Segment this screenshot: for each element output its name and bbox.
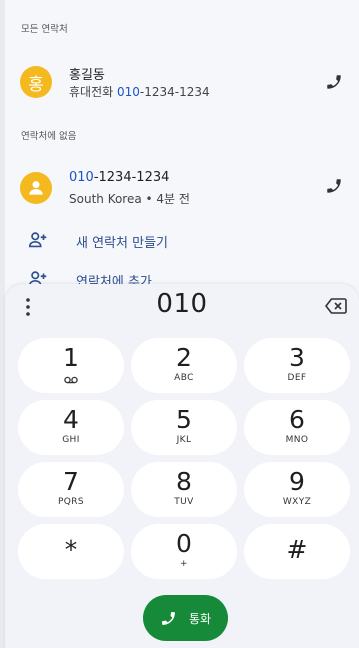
key-star[interactable]: * bbox=[18, 524, 124, 579]
key-letters: ABC bbox=[174, 373, 194, 383]
phone-type-label: 휴대전화 bbox=[69, 85, 114, 99]
backspace-icon[interactable] bbox=[325, 297, 347, 315]
unknown-detail: South Korea • 4분 전 bbox=[69, 192, 190, 206]
key-letters: GHI bbox=[62, 435, 80, 445]
create-contact-action[interactable]: 새 연락처 만들기 bbox=[5, 225, 359, 255]
key-0[interactable]: 0 + bbox=[131, 524, 237, 579]
key-digit: 1 bbox=[63, 343, 79, 372]
phone-icon bbox=[162, 611, 175, 625]
key-3[interactable]: 3 DEF bbox=[244, 338, 350, 393]
key-digit: # bbox=[286, 535, 308, 564]
dialed-digits[interactable]: 010 bbox=[65, 289, 299, 319]
section-label-all-contacts: 모든 연락처 bbox=[21, 24, 68, 35]
number-rest: -1234-1234 bbox=[93, 170, 170, 185]
dialpad: 010 1 2 ABC 3 DEF 4 GHI 5 JKL 6 MNO 7 PQ… bbox=[5, 284, 359, 648]
call-contact-button[interactable] bbox=[323, 71, 345, 93]
key-letters: WXYZ bbox=[282, 497, 312, 507]
key-digit: 7 bbox=[63, 467, 79, 496]
key-letters: MNO bbox=[285, 435, 309, 445]
add-person-icon bbox=[28, 232, 47, 248]
contact-name: 홍길동 bbox=[69, 68, 105, 83]
key-digit: 9 bbox=[289, 467, 305, 496]
add-person-icon bbox=[29, 271, 47, 284]
number-match-highlight: 010 bbox=[69, 170, 94, 185]
call-button[interactable]: 통화 bbox=[143, 595, 228, 641]
call-button-label: 통화 bbox=[188, 611, 212, 626]
search-results: 모든 연락처 홍 홍길동 휴대전화 010-1234-1234 연락처에 없음 … bbox=[5, 0, 359, 284]
key-digit: 5 bbox=[176, 405, 192, 434]
key-7[interactable]: 7 PQRS bbox=[18, 462, 124, 517]
contact-row[interactable]: 홍 홍길동 휴대전화 010-1234-1234 bbox=[5, 54, 359, 110]
phone-icon bbox=[327, 75, 341, 89]
key-1[interactable]: 1 bbox=[18, 338, 124, 393]
key-digit: 8 bbox=[176, 467, 192, 496]
key-digit: 6 bbox=[289, 405, 305, 434]
phone-icon bbox=[327, 179, 341, 193]
key-letters: + bbox=[180, 559, 188, 569]
phone-match-highlight: 010 bbox=[117, 85, 140, 99]
key-5[interactable]: 5 JKL bbox=[131, 400, 237, 455]
key-4[interactable]: 4 GHI bbox=[18, 400, 124, 455]
add-to-contact-action[interactable]: 연락처에 추가 bbox=[5, 266, 359, 284]
unknown-number: 010-1234-1234 bbox=[69, 170, 169, 185]
key-8[interactable]: 8 TUV bbox=[131, 462, 237, 517]
more-vert-icon[interactable] bbox=[23, 296, 33, 318]
key-6[interactable]: 6 MNO bbox=[244, 400, 350, 455]
contact-phone: 휴대전화 010-1234-1234 bbox=[69, 83, 210, 100]
create-contact-label: 새 연락처 만들기 bbox=[76, 236, 168, 251]
key-letters: DEF bbox=[287, 373, 307, 383]
key-digit: 4 bbox=[63, 405, 79, 434]
phone-rest: -1234-1234 bbox=[139, 85, 210, 99]
key-letters: JKL bbox=[176, 435, 192, 445]
key-hash[interactable]: # bbox=[244, 524, 350, 579]
key-letters: TUV bbox=[174, 497, 194, 507]
key-digit: * bbox=[64, 535, 78, 564]
key-digit: 2 bbox=[176, 343, 192, 372]
add-to-contact-label: 연락처에 추가 bbox=[76, 275, 152, 284]
key-digit: 0 bbox=[176, 529, 192, 558]
voicemail-icon bbox=[64, 376, 78, 384]
key-letters: PQRS bbox=[57, 497, 85, 507]
call-unknown-button[interactable] bbox=[323, 175, 345, 197]
unknown-avatar bbox=[20, 172, 52, 204]
key-9[interactable]: 9 WXYZ bbox=[244, 462, 350, 517]
unknown-number-row[interactable]: 010-1234-1234 South Korea • 4분 전 bbox=[5, 160, 359, 216]
person-icon bbox=[29, 181, 43, 195]
section-label-not-in-contacts: 연락처에 없음 bbox=[21, 131, 77, 142]
key-digit: 3 bbox=[289, 343, 305, 372]
key-2[interactable]: 2 ABC bbox=[131, 338, 237, 393]
digits-row: 010 bbox=[5, 284, 359, 328]
contact-avatar: 홍 bbox=[20, 66, 52, 98]
